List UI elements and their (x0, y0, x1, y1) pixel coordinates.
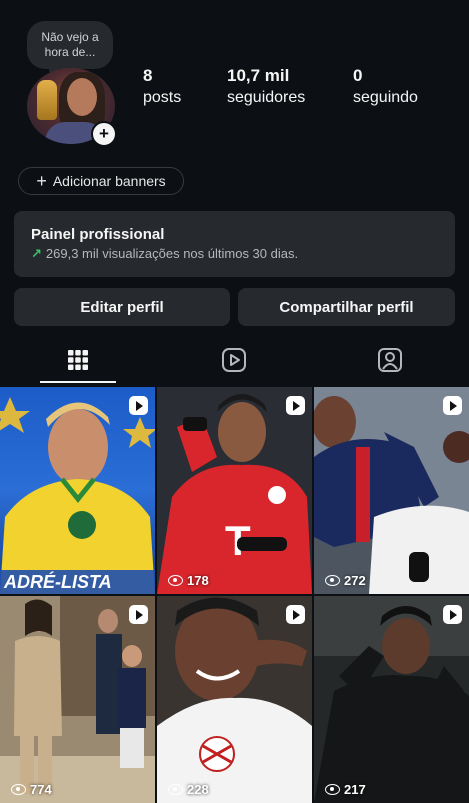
post-view-count: 217 (325, 782, 366, 797)
reel-badge-icon (129, 605, 148, 624)
professional-dashboard[interactable]: Painel profissional ↗ 269,3 mil visualiza… (14, 211, 455, 277)
reel-badge-icon (286, 396, 305, 415)
grid-icon (68, 350, 88, 370)
profile-tabs (0, 334, 469, 386)
profile-note-bubble[interactable]: Não vejo a hora de... (27, 21, 113, 75)
tab-reels[interactable] (196, 334, 272, 386)
view-count-value: 217 (344, 782, 366, 797)
tagged-person-icon (378, 348, 402, 372)
stat-posts-label: posts (143, 89, 182, 106)
post-tile[interactable]: 217 (314, 596, 469, 803)
reel-badge-icon (443, 605, 462, 624)
reels-icon (222, 348, 246, 372)
post-overlay-text: ADRÉ-LISTA (3, 571, 112, 592)
add-banners-button[interactable]: + Adicionar banners (18, 167, 184, 195)
post-image-bayern-player: T (157, 387, 312, 594)
post-tile[interactable]: 272 (314, 387, 469, 594)
post-tile[interactable]: 228 (157, 596, 312, 803)
reel-badge-icon (443, 396, 462, 415)
view-count-value: 272 (344, 573, 366, 588)
reel-badge-icon (286, 605, 305, 624)
add-banners-label: Adicionar banners (52, 173, 166, 189)
post-view-count: 272 (325, 573, 366, 588)
reel-badge-icon (129, 396, 148, 415)
eye-icon (168, 575, 183, 586)
post-view-count: 228 (168, 782, 209, 797)
plus-icon: + (36, 171, 47, 191)
stat-following-label: seguindo (353, 89, 418, 106)
stat-followers-label: seguidores (227, 89, 306, 106)
stat-followers-count: 10,7 mil (227, 66, 290, 85)
eye-icon (325, 784, 340, 795)
eye-icon (325, 575, 340, 586)
posts-grid: ADRÉ-LISTA T 178 (0, 387, 469, 803)
note-text-line1: Não vejo a (41, 30, 99, 44)
stat-posts[interactable]: 8 posts (143, 66, 181, 107)
eye-icon (168, 784, 183, 795)
post-view-count: 774 (11, 782, 52, 797)
add-story-plus-icon[interactable]: + (91, 121, 117, 147)
share-profile-button[interactable]: Compartilhar perfil (238, 288, 455, 326)
avatar-face (67, 78, 97, 116)
post-tile[interactable]: ADRÉ-LISTA (0, 387, 155, 594)
stat-following[interactable]: 0 seguindo (353, 66, 418, 107)
eye-icon (11, 784, 26, 795)
stat-posts-count: 8 (143, 66, 153, 85)
active-tab-indicator (40, 381, 116, 383)
view-count-value: 228 (187, 782, 209, 797)
trophy-image (37, 80, 57, 120)
post-image-woman-and-child (0, 596, 155, 803)
post-image-player-celebrating (314, 596, 469, 803)
view-count-value: 774 (30, 782, 52, 797)
stat-following-count: 0 (353, 66, 363, 85)
professional-dashboard-stats: 269,3 mil visualizações nos últimos 30 d… (45, 246, 299, 261)
professional-dashboard-title: Painel profissional (31, 226, 165, 243)
post-image-brazil-player: ADRÉ-LISTA (0, 397, 155, 594)
tab-tagged[interactable] (352, 334, 428, 386)
note-text-line2: hora de... (44, 45, 96, 59)
post-view-count: 178 (168, 573, 209, 588)
tab-posts-grid[interactable] (40, 334, 116, 386)
stat-followers[interactable]: 10,7 mil seguidores (227, 66, 305, 107)
edit-profile-button[interactable]: Editar perfil (14, 288, 230, 326)
professional-dashboard-subtitle: ↗ 269,3 mil visualizações nos últimos 30 … (31, 246, 438, 262)
trend-up-arrow-icon: ↗ (31, 246, 42, 261)
post-image-psg-players (314, 387, 469, 594)
view-count-value: 178 (187, 573, 209, 588)
post-tile[interactable]: 774 (0, 596, 155, 803)
post-image-corinthians-player (157, 596, 312, 803)
post-tile[interactable]: T 178 (157, 387, 312, 594)
